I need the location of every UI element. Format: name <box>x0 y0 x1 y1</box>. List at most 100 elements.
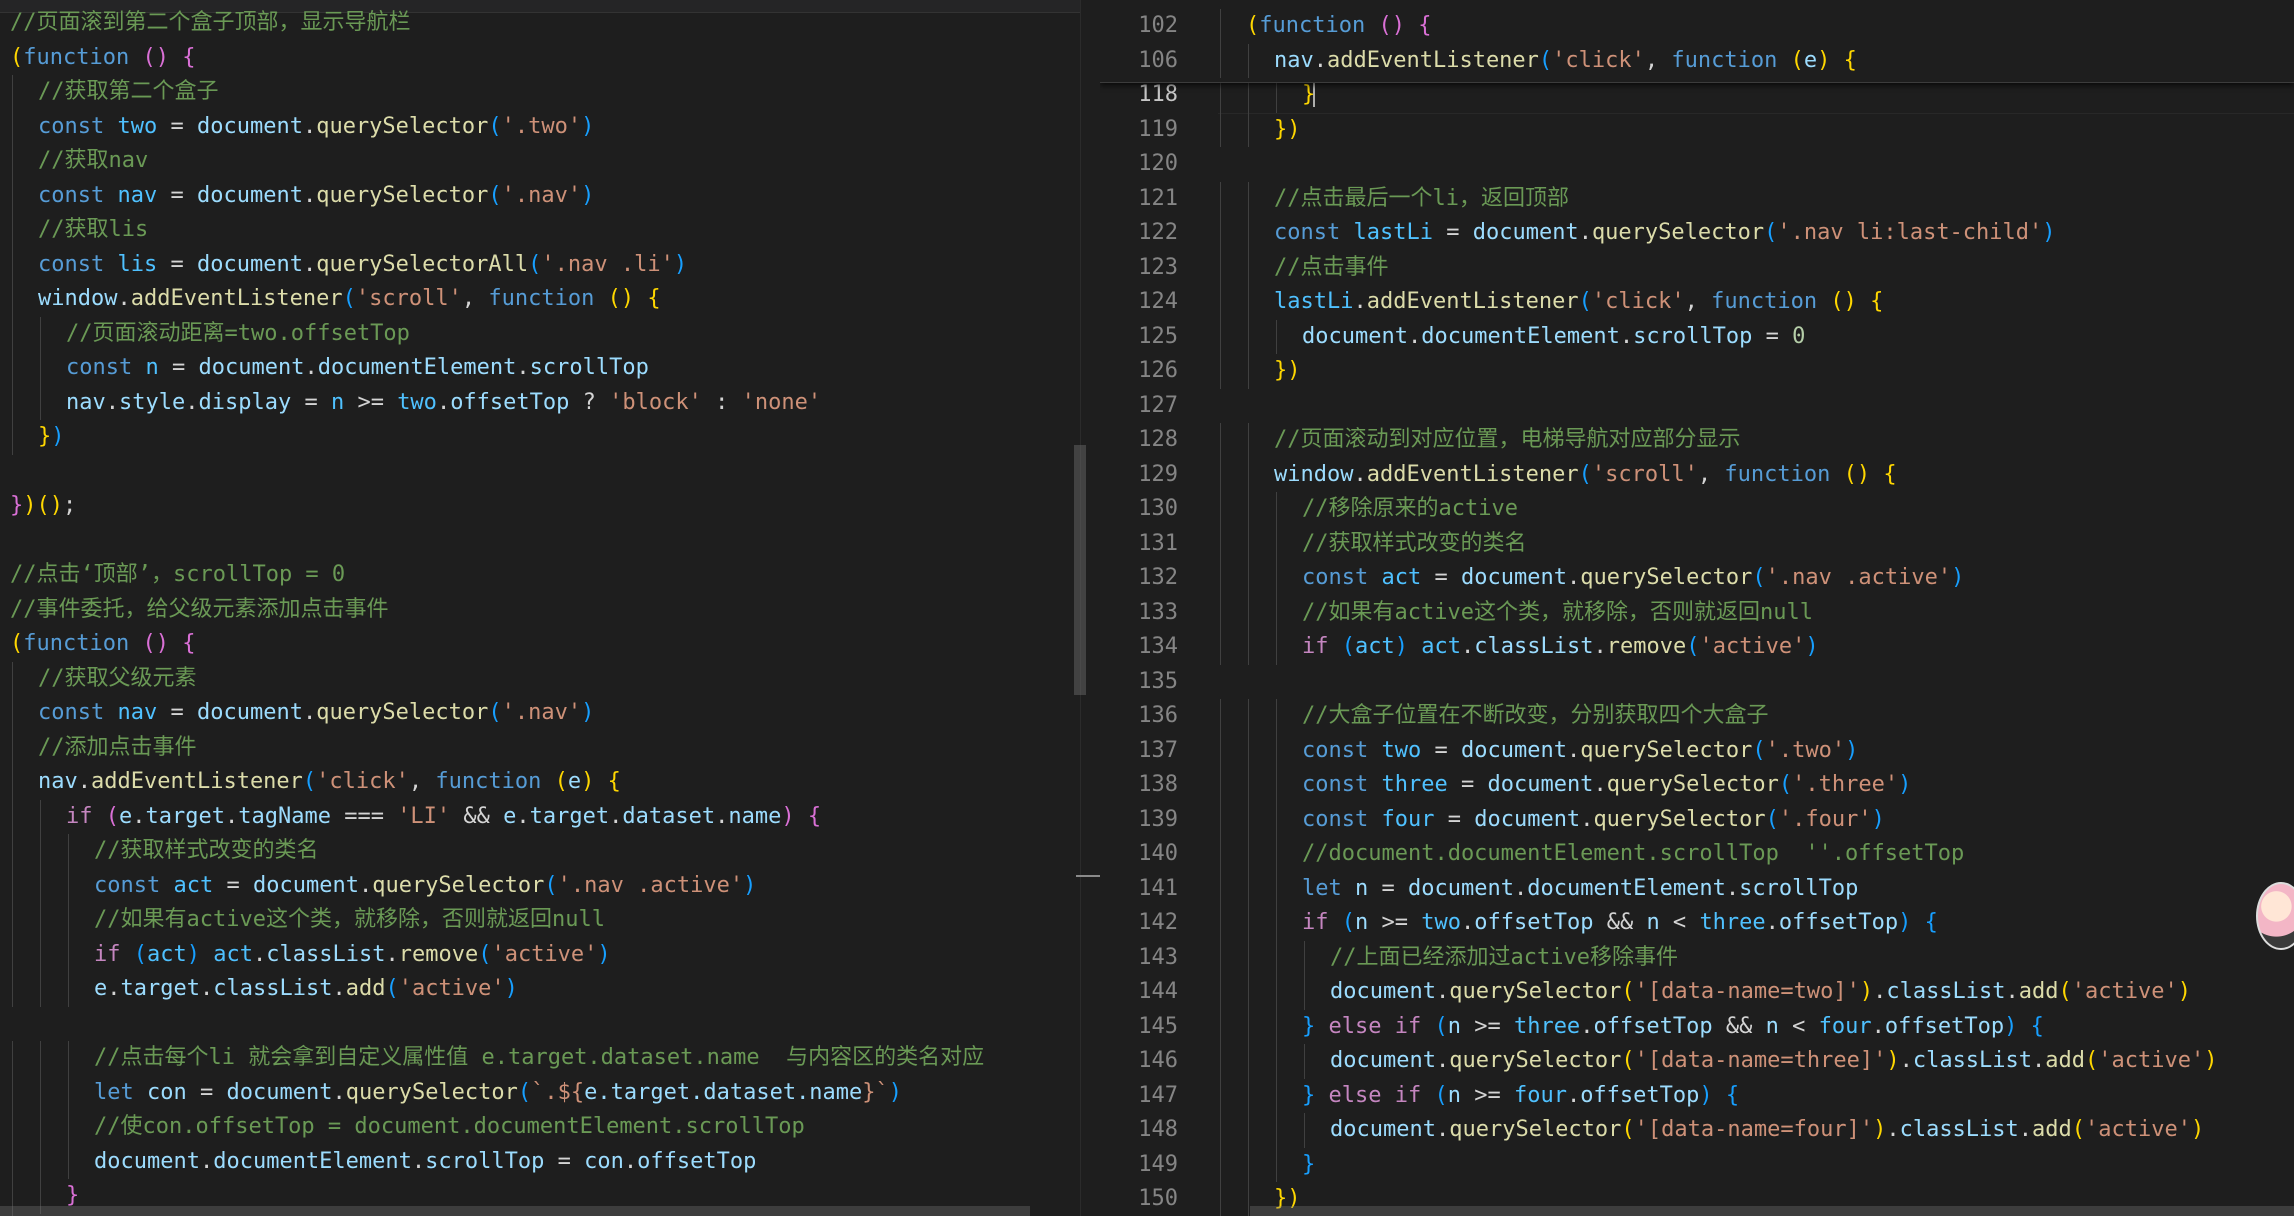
code-line[interactable]: 138 const three = document.querySelector(… <box>1100 768 2294 803</box>
code-line[interactable]: nav.style.display = n >= two.offsetTop ?… <box>0 385 1080 420</box>
code-token: . <box>436 389 451 415</box>
code-line[interactable]: const lis = document.querySelectorAll('.… <box>0 247 1080 282</box>
code-line[interactable]: }) <box>0 420 1080 455</box>
code-line[interactable]: 134 if (act) act.classList.remove('active… <box>1100 630 2294 665</box>
code-token: //页面滚动距离=two.offsetTop <box>66 320 410 346</box>
code-line[interactable]: 143 //上面已经添加过active移除事件 <box>1100 940 2294 975</box>
code-line[interactable]: //添加点击事件 <box>0 730 1080 765</box>
indent-guide <box>40 834 41 869</box>
code-line[interactable]: 128 //页面滚动到对应位置，电梯导航对应部分显示 <box>1100 423 2294 458</box>
indent-guide <box>1276 1009 1277 1044</box>
code-line[interactable]: 135 <box>1100 665 2294 699</box>
code-line[interactable]: 147} else if (n >= four.offsetTop) { <box>1100 1078 2294 1113</box>
code-line[interactable]: 126}) <box>1100 354 2294 389</box>
right-horizontal-scrollbar[interactable] <box>1250 1206 2294 1216</box>
code-line[interactable]: 136 //大盒子位置在不断改变，分别获取四个大盒子 <box>1100 699 2294 734</box>
code-line[interactable]: //获取父级元素 <box>0 661 1080 696</box>
code-token: . <box>1593 634 1607 659</box>
code-line[interactable]: 102 (function () { <box>1100 9 2294 44</box>
code-line[interactable]: 122 const lastLi = document.querySelector… <box>1100 216 2294 251</box>
code-line[interactable]: //使con.offsetTop = document.documentElem… <box>0 1110 1080 1145</box>
indent-guide <box>1276 768 1277 803</box>
left-vertical-scrollbar[interactable] <box>1074 445 1086 695</box>
code-line[interactable]: const two = document.querySelector('.two… <box>0 109 1080 144</box>
code-token: function <box>488 286 595 311</box>
code-line[interactable]: 137 const two = document.querySelector('.… <box>1100 733 2294 768</box>
code-token: act <box>173 872 214 898</box>
code-line[interactable]: let con = document.querySelector(`.${e.t… <box>0 1075 1080 1110</box>
code-line[interactable]: 139 const four = document.querySelector('… <box>1100 802 2294 837</box>
right-sticky-scroll-header[interactable]: 102 (function () {106 nav.addEventListener… <box>1100 0 2294 83</box>
code-line[interactable]: 140 //document.documentElement.scrollTop … <box>1100 837 2294 872</box>
code-line[interactable]: const nav = document.querySelector('.nav… <box>0 696 1080 731</box>
code-line[interactable]: 129 window.addEventListener('scroll', fun… <box>1100 457 2294 492</box>
text-cursor <box>1313 82 1316 107</box>
code-token: . <box>1619 323 1634 349</box>
code-token: ) <box>2042 220 2056 245</box>
code-line[interactable]: 144 document.querySelector('[data-name=tw… <box>1100 975 2294 1010</box>
code-line[interactable]: //获取第二个盒子 <box>0 75 1080 110</box>
code-line[interactable]: //页面滚到第二个盒子顶部，显示导航栏 <box>0 6 1080 40</box>
code-line[interactable]: //点击‘顶部’，scrollTop = 0 <box>0 558 1080 592</box>
split-sash-handle[interactable] <box>1076 875 1100 877</box>
code-line[interactable]: window.addEventListener('scroll', functi… <box>0 282 1080 317</box>
code-line[interactable]: //事件委托，给父级元素添加点击事件 <box>0 593 1080 627</box>
code-line[interactable]: 127 <box>1100 389 2294 423</box>
line-number: 127 <box>1138 392 1178 418</box>
code-line[interactable]: })(); <box>0 489 1080 523</box>
code-line[interactable]: 130 //移除原来的active <box>1100 492 2294 527</box>
code-line[interactable]: //获取lis <box>0 213 1080 248</box>
code-line[interactable]: 146 document.querySelector('[data-name=th… <box>1100 1044 2294 1079</box>
code-line[interactable]: 123 //点击事件 <box>1100 250 2294 285</box>
code-line[interactable]: if (e.target.tagName === 'LI' && e.targe… <box>0 799 1080 834</box>
code-line[interactable]: 149} <box>1100 1147 2294 1182</box>
indent-guide <box>1248 181 1249 216</box>
code-line[interactable]: 118} <box>1100 78 2294 113</box>
code-token: target <box>529 803 610 829</box>
code-line[interactable]: nav.addEventListener('click', function (… <box>0 765 1080 800</box>
code-line[interactable] <box>0 524 1080 558</box>
code-token: = <box>1447 772 1488 797</box>
code-line[interactable]: 132 const act = document.querySelector('.… <box>1100 561 2294 596</box>
code-line[interactable]: 145} else if (n >= three.offsetTop && n … <box>1100 1009 2294 1044</box>
code-line[interactable]: 148 document.querySelector('[data-name=fo… <box>1100 1113 2294 1148</box>
right-editor-pane[interactable]: 118} 119}) 120 121//点击最后一个li，返回顶部 122 const l… <box>1100 0 2294 1216</box>
code-line[interactable] <box>0 1007 1080 1041</box>
code-token: act <box>147 941 187 967</box>
code-token: document <box>196 251 303 277</box>
code-line[interactable]: if (act) act.classList.remove('active') <box>0 937 1080 972</box>
code-token: //获取样式改变的类名 <box>1302 530 1527 556</box>
code-line[interactable]: 142 if (n >= two.offsetTop && n < three.o… <box>1100 906 2294 941</box>
code-line[interactable]: 121 //点击最后一个li，返回顶部 <box>1100 181 2294 216</box>
left-horizontal-scrollbar[interactable] <box>0 1206 1030 1216</box>
code-line[interactable]: 141 let n = document.documentElement.scro… <box>1100 871 2294 906</box>
code-line[interactable]: //点击每个li 就会拿到自定义属性值 e.target.dataset.nam… <box>0 1041 1080 1076</box>
code-line[interactable]: const n = document.documentElement.scrol… <box>0 351 1080 386</box>
code-line[interactable]: 106 nav.addEventListener('click', functio… <box>1100 43 2294 78</box>
code-line[interactable]: 131 //获取样式改变的类名 <box>1100 526 2294 561</box>
left-editor-pane[interactable]: //页面滚到第二个盒子顶部，显示导航栏 (function () {//获取第二个… <box>0 0 1080 1216</box>
code-token: document <box>196 700 303 725</box>
code-token: add <box>2032 1117 2072 1142</box>
code-line[interactable]: 124 lastLi.addEventListener('click', func… <box>1100 285 2294 320</box>
code-line[interactable]: //获取nav <box>0 144 1080 179</box>
code-line[interactable]: (function () { <box>0 41 1080 75</box>
code-line[interactable]: const nav = document.querySelector('.nav… <box>0 178 1080 213</box>
indent-guide <box>1304 940 1305 975</box>
code-line[interactable]: 125 document.documentElement.scrollTop = … <box>1100 319 2294 354</box>
code-line[interactable]: //获取样式改变的类名 <box>0 834 1080 869</box>
code-line[interactable]: (function () { <box>0 627 1080 661</box>
code-line[interactable]: 120 <box>1100 147 2294 181</box>
code-line[interactable]: 133 //如果有active这个类，就移除，否则就返回null <box>1100 595 2294 630</box>
code-line[interactable]: //页面滚动距离=two.offsetTop <box>0 316 1080 351</box>
code-token: === <box>330 803 398 829</box>
code-line[interactable]: 119}) <box>1100 112 2294 147</box>
code-line[interactable]: document.documentElement.scrollTop = con… <box>0 1144 1080 1179</box>
code-line[interactable]: const act = document.querySelector('.nav… <box>0 868 1080 903</box>
code-line[interactable]: e.target.classList.add('active') <box>0 972 1080 1007</box>
code-line[interactable] <box>0 455 1080 489</box>
code-line[interactable]: //如果有active这个类，就移除，否则就返回null <box>0 903 1080 938</box>
